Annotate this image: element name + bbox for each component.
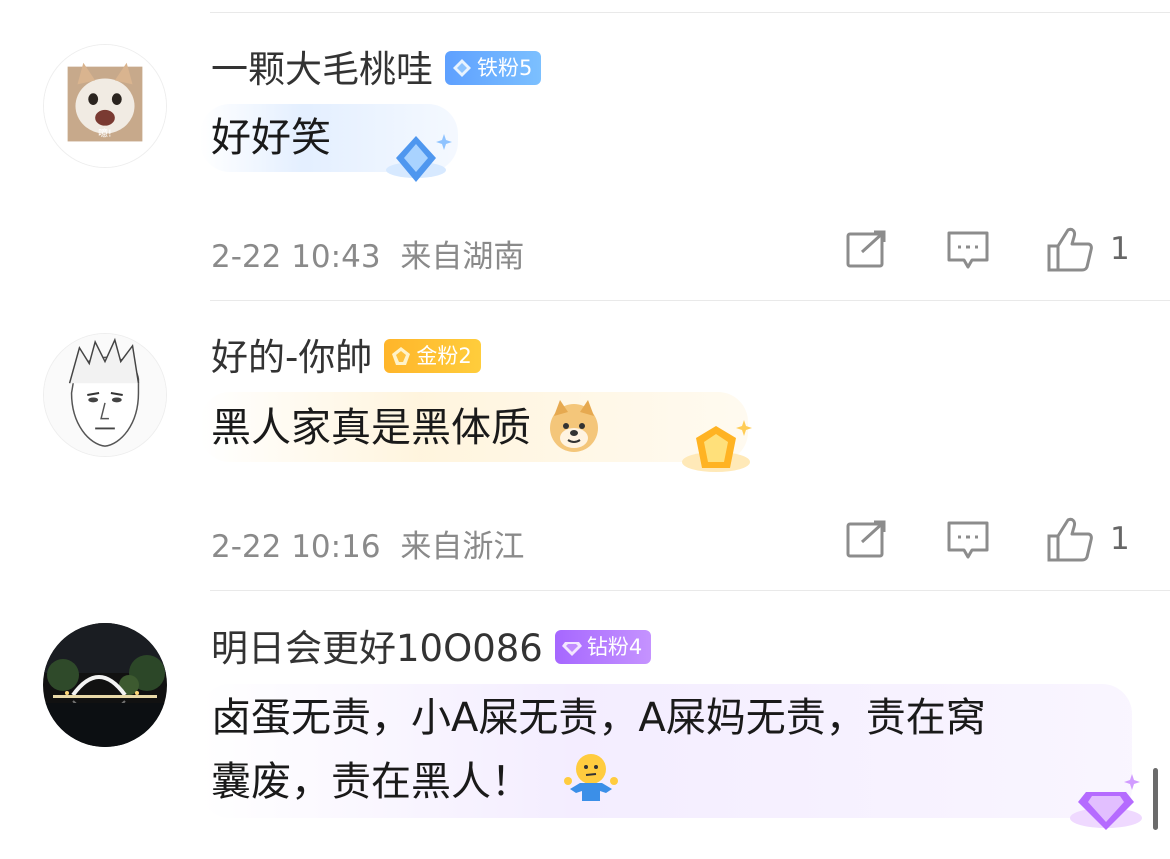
username[interactable]: 明日会更好10O086 钻粉4 bbox=[211, 627, 652, 671]
avatar[interactable] bbox=[43, 623, 167, 747]
username[interactable]: 一颗大毛桃哇 铁粉5 bbox=[211, 48, 542, 92]
divider bbox=[210, 300, 1170, 301]
fan-badge[interactable]: 钻粉4 bbox=[554, 629, 652, 664]
avatar[interactable] bbox=[43, 333, 167, 457]
like-count: 1 bbox=[1110, 521, 1130, 557]
diamond-fan-gem-icon bbox=[1070, 774, 1142, 830]
gold-gem-icon bbox=[392, 346, 411, 365]
username[interactable]: 好的-你帥 金粉2 bbox=[211, 336, 481, 380]
svg-text:噫!: 噫! bbox=[98, 127, 112, 140]
fan-badge[interactable]: 铁粉5 bbox=[445, 50, 542, 85]
share-icon[interactable] bbox=[846, 230, 888, 270]
divider-top bbox=[210, 12, 1170, 13]
divider bbox=[210, 590, 1170, 591]
comment-text: 黑人家真是黑体质 bbox=[211, 396, 602, 460]
diamond-icon bbox=[453, 58, 471, 77]
comment-text: 好好笑 bbox=[211, 115, 331, 161]
comment-meta: 2-22 10:43 来自湖南 bbox=[211, 239, 525, 275]
shrug-emoji bbox=[563, 754, 618, 801]
comment-icon[interactable] bbox=[946, 520, 990, 562]
scrollbar[interactable] bbox=[1153, 768, 1158, 830]
comment-text: 卤蛋无责，小A屎无责，A屎妈无责，责在窝 囊废，责在黑人！ bbox=[211, 695, 986, 805]
gold-fan-gem-icon bbox=[682, 420, 752, 472]
like-count: 1 bbox=[1110, 231, 1130, 267]
iron-fan-gem-icon bbox=[386, 134, 452, 182]
fan-badge[interactable]: 金粉2 bbox=[384, 338, 481, 373]
share-icon[interactable] bbox=[846, 520, 888, 560]
night-bridge-avatar-image bbox=[43, 623, 167, 747]
thumbs-up-icon[interactable] bbox=[1046, 516, 1094, 562]
diamond-icon bbox=[561, 641, 582, 656]
sketch-face-avatar-image bbox=[44, 334, 166, 456]
doge-emoji bbox=[549, 400, 598, 452]
comment-icon[interactable] bbox=[946, 230, 990, 272]
thumbs-up-icon[interactable] bbox=[1046, 226, 1094, 272]
comment-meta: 2-22 10:16 来自浙江 bbox=[211, 529, 525, 565]
avatar[interactable]: 噫! bbox=[43, 44, 167, 168]
cat-avatar-image: 噫! bbox=[44, 45, 166, 167]
